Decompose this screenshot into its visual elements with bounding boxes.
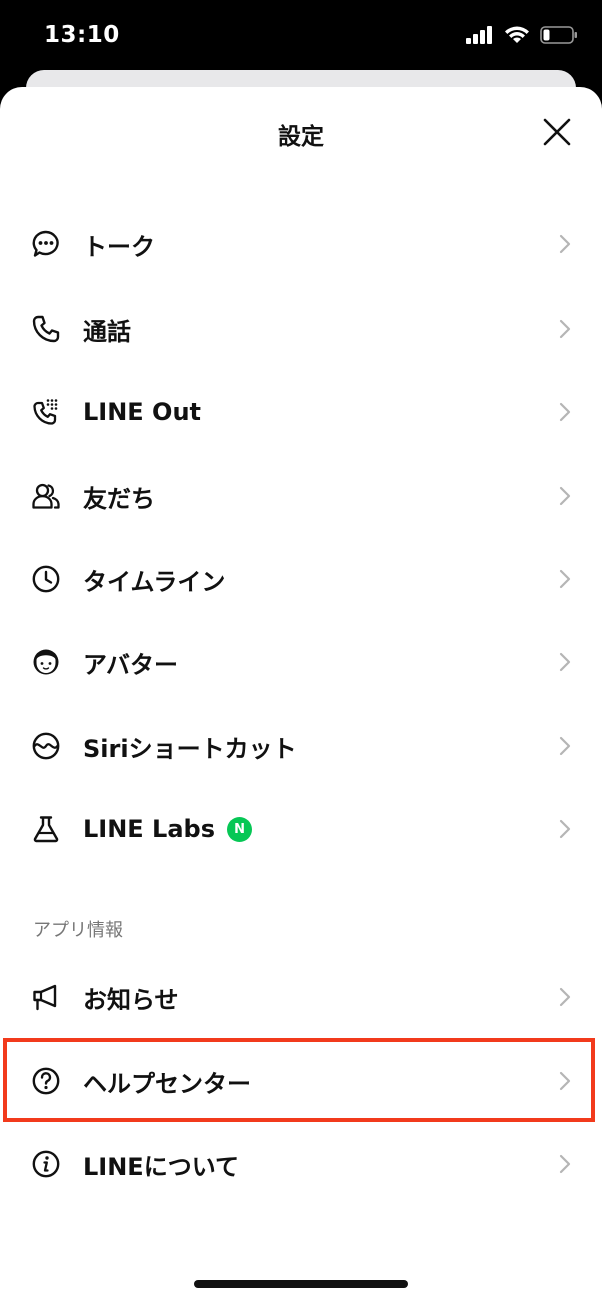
chevron-right-icon [559, 652, 571, 672]
chevron-right-icon [559, 402, 571, 422]
chevron-right-icon [559, 819, 571, 839]
clock-icon [30, 563, 62, 595]
menu-item-call[interactable]: 通話 [0, 293, 602, 365]
menu-item-line-labs[interactable]: LINE Labs N [0, 793, 602, 865]
menu-item-label: アバター [83, 650, 179, 679]
status-time: 13:10 [44, 22, 120, 48]
close-icon[interactable] [542, 117, 572, 147]
wifi-icon [505, 26, 529, 43]
screen: 13:10 設定 トーク 通話 LINE Out 友だち タイムライン アバター… [0, 0, 602, 1303]
line-labs-text: LINE Labs [83, 815, 216, 843]
status-bar: 13:10 [0, 0, 602, 72]
menu-item-label: タイムライン [83, 567, 226, 596]
menu-item-about-line[interactable]: LINEについて [0, 1128, 602, 1200]
chevron-right-icon [559, 987, 571, 1007]
menu-item-label: 友だち [83, 484, 155, 513]
chevron-right-icon [559, 736, 571, 756]
flask-icon [30, 813, 62, 845]
section-header-app-info: アプリ情報 [33, 920, 123, 941]
battery-icon [540, 26, 577, 44]
menu-item-label: お知らせ [83, 985, 179, 1014]
friends-icon [30, 480, 62, 512]
menu-item-friends[interactable]: 友だち [0, 460, 602, 532]
menu-item-label: Siriショートカット [83, 734, 297, 763]
sheet-header: 設定 [0, 87, 602, 177]
status-icons [466, 26, 578, 44]
menu-item-label: LINE Labs N [83, 815, 253, 843]
menu-item-line-out[interactable]: LINE Out [0, 376, 602, 448]
chevron-right-icon [559, 486, 571, 506]
page-title: 設定 [278, 124, 324, 150]
menu-item-notices[interactable]: お知らせ [0, 961, 602, 1033]
menu-item-avatar[interactable]: アバター [0, 626, 602, 698]
siri-icon [30, 730, 62, 762]
info-circle-icon [30, 1148, 62, 1180]
menu-item-siri-shortcuts[interactable]: Siriショートカット [0, 710, 602, 782]
chevron-right-icon [559, 234, 571, 254]
new-badge: N [227, 816, 253, 842]
chat-bubble-icon [30, 228, 62, 260]
menu-item-label: LINEについて [83, 1152, 239, 1181]
menu-item-talk[interactable]: トーク [0, 208, 602, 280]
menu-item-label: 通話 [83, 317, 131, 346]
question-circle-icon [30, 1065, 62, 1097]
avatar-face-icon [30, 646, 62, 678]
phone-icon [30, 313, 62, 345]
chevron-right-icon [559, 1071, 571, 1091]
menu-item-help-center[interactable]: ヘルプセンター [0, 1045, 602, 1117]
chevron-right-icon [559, 1154, 571, 1174]
home-indicator[interactable] [194, 1280, 408, 1288]
megaphone-icon [30, 981, 62, 1013]
menu-item-label: トーク [83, 232, 155, 261]
chevron-right-icon [559, 569, 571, 589]
menu-item-timeline[interactable]: タイムライン [0, 543, 602, 615]
cellular-signal-icon [466, 26, 492, 44]
menu-item-label: LINE Out [83, 398, 202, 426]
phone-keypad-icon [30, 396, 62, 428]
chevron-right-icon [559, 319, 571, 339]
menu-item-label: ヘルプセンター [83, 1069, 251, 1098]
